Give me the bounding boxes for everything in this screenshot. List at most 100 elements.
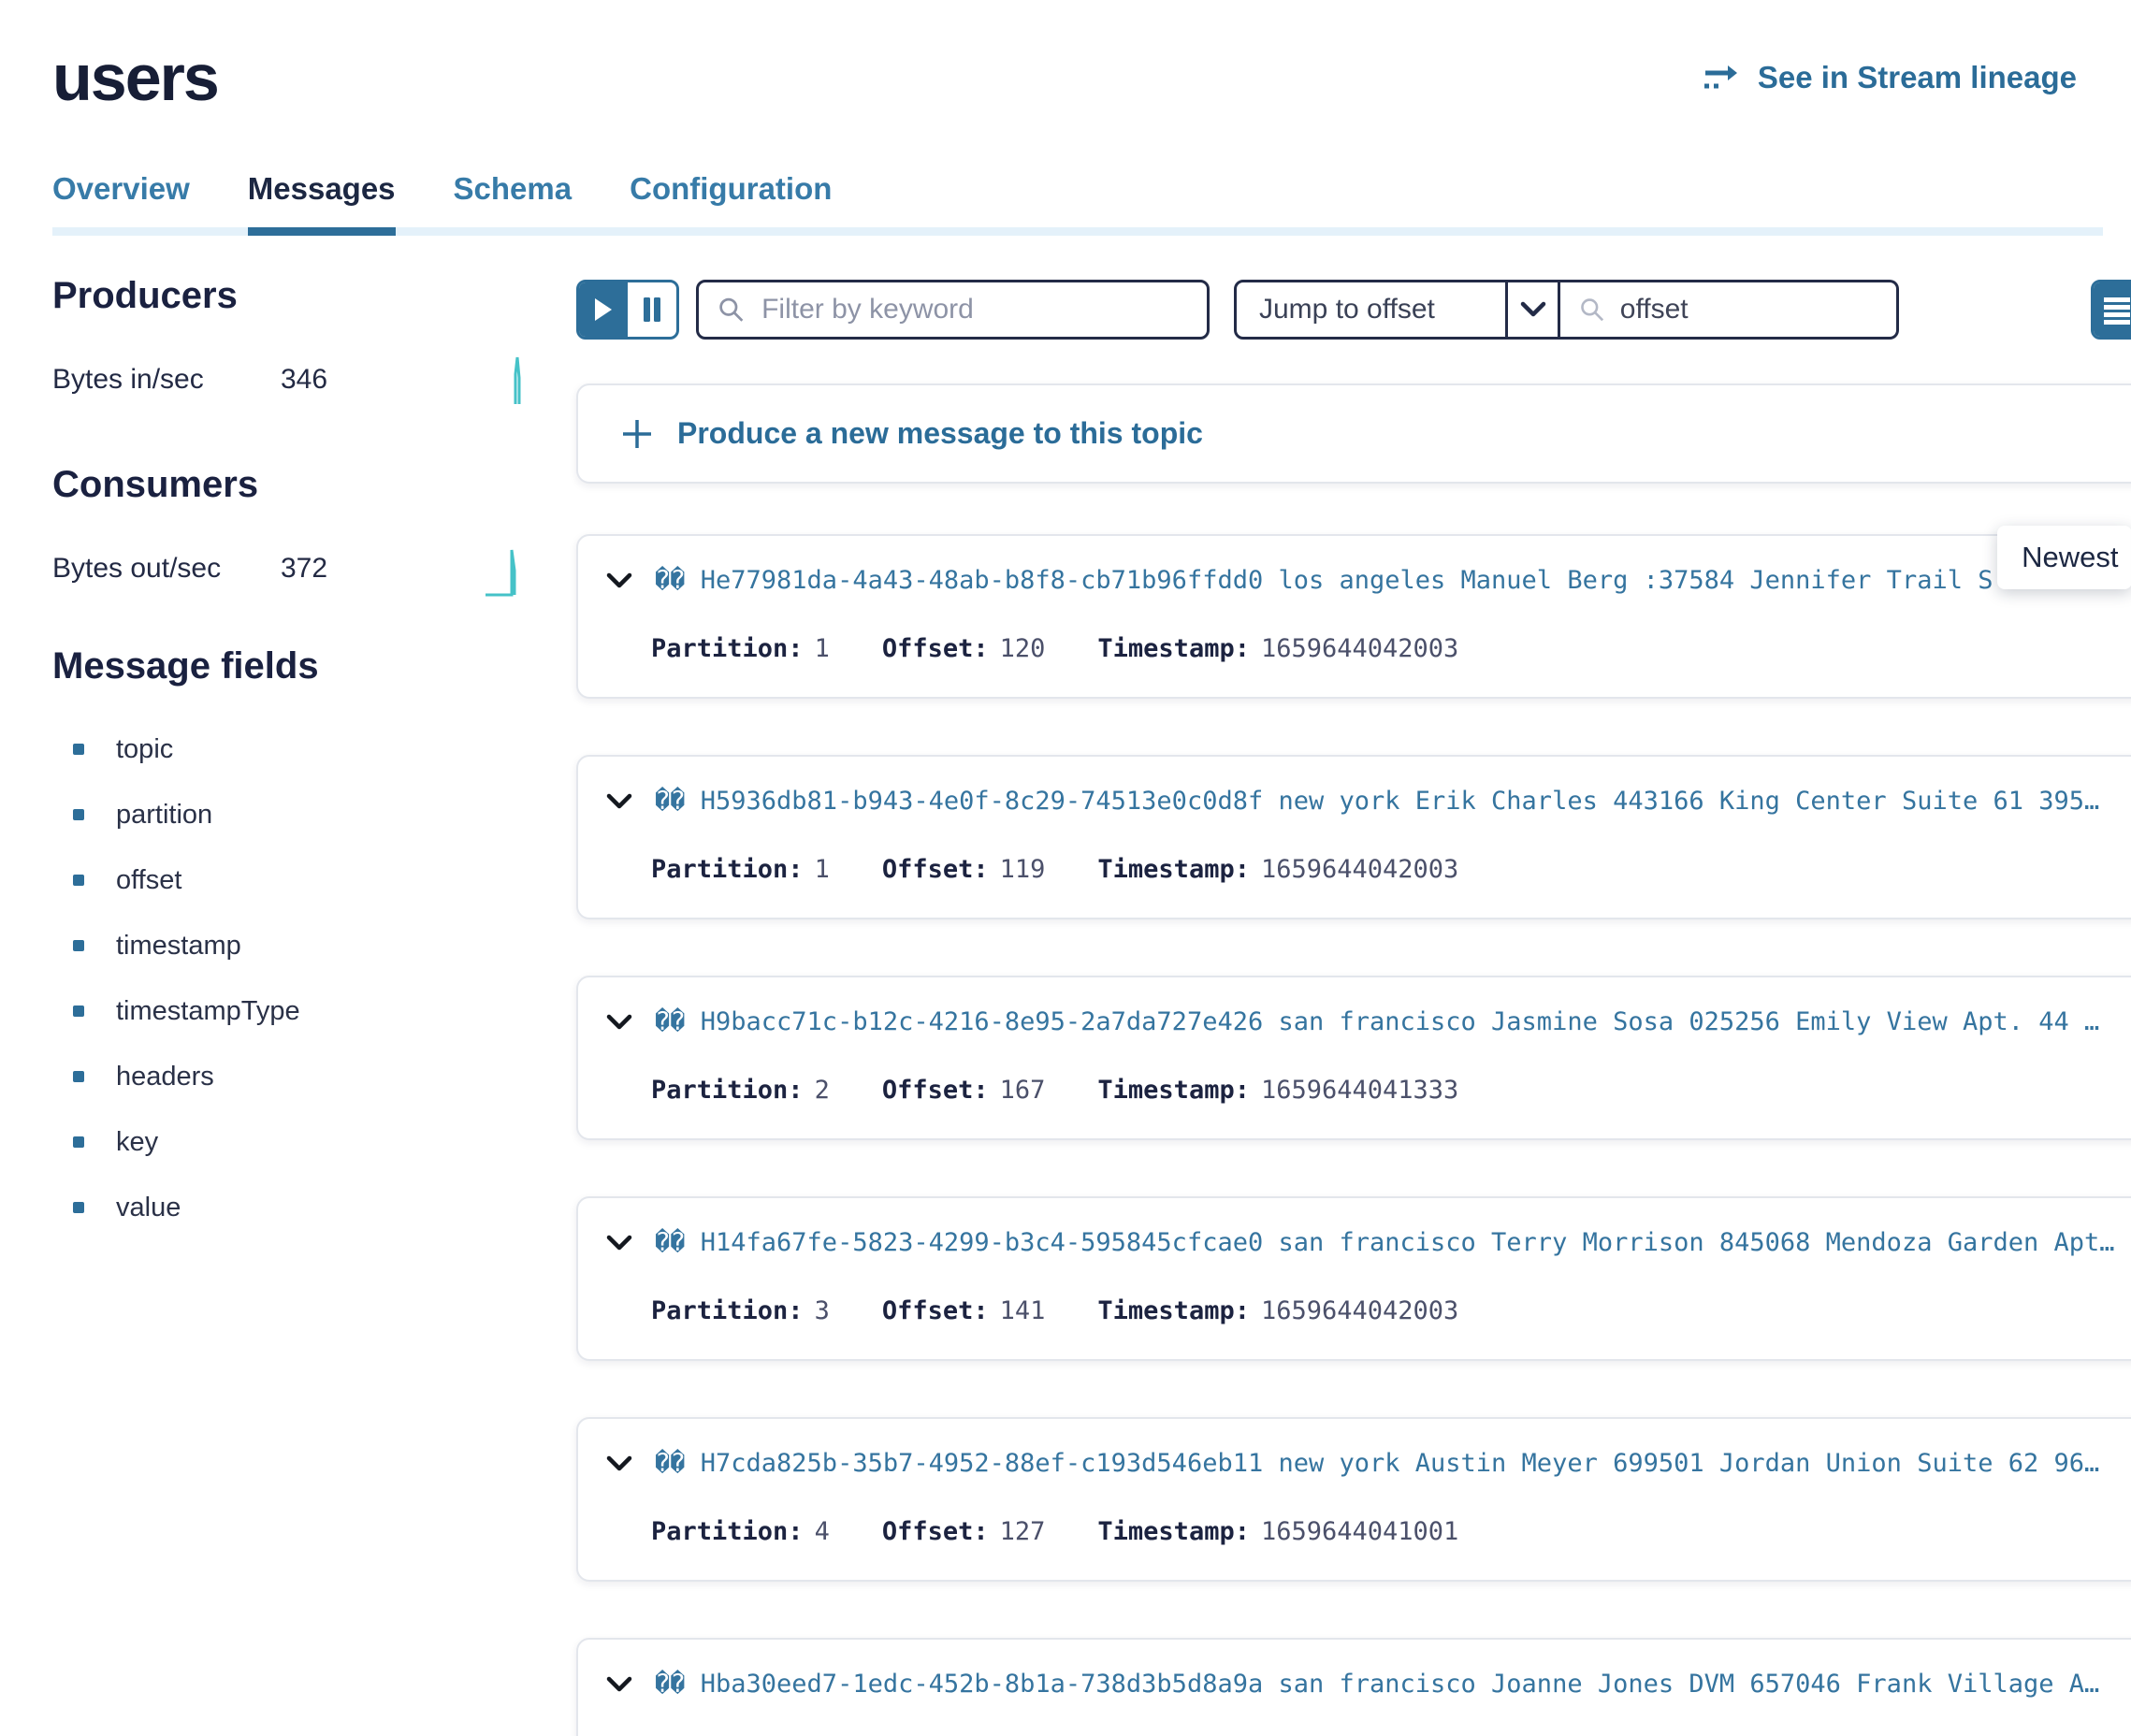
offset-label: Offset:: [882, 855, 989, 884]
message-field-label: timestampType: [116, 996, 300, 1027]
message-expand-row[interactable]: �� H7cda825b-35b7-4952-88ef-c193d546eb11…: [606, 1449, 2115, 1478]
bytes-in-sparkline: [484, 350, 525, 410]
produce-message-label: Produce a new message to this topic: [677, 416, 1203, 451]
list-view-button[interactable]: [2094, 282, 2131, 337]
offset-value: 127: [1000, 1517, 1046, 1546]
chevron-down-icon: [606, 1014, 632, 1031]
partition-label: Partition:: [651, 855, 804, 884]
partition-label: Partition:: [651, 1296, 804, 1325]
timestamp-value: 1659644042003: [1261, 634, 1458, 663]
partition-value: 2: [815, 1076, 830, 1105]
message-card: �� H5936db81-b943-4e0f-8c29-74513e0c0d8f…: [576, 755, 2131, 919]
produce-message-button[interactable]: Produce a new message to this topic: [576, 383, 2131, 484]
offset-field: Offset: 141: [882, 1296, 1046, 1325]
message-expand-row[interactable]: �� H9bacc71c-b12c-4216-8e95-2a7da727e426…: [606, 1007, 2115, 1036]
message-expand-row[interactable]: �� H5936db81-b943-4e0f-8c29-74513e0c0d8f…: [606, 787, 2115, 816]
square-bullet-icon: [73, 940, 84, 951]
offset-field: Offset:120: [882, 634, 1046, 663]
message-card: �� Hba30eed7-1edc-452b-8b1a-738d3b5d8a9a…: [576, 1638, 2131, 1736]
live-consume-toggle: [576, 280, 679, 340]
page-header: users See in Stream lineage: [0, 0, 2131, 118]
partition-field: Partition: 2: [651, 1076, 830, 1105]
sidebar: Producers Bytes in/sec 346 Consumers Byt…: [52, 236, 576, 1736]
chevron-down-icon: [606, 793, 632, 810]
topic-page: users See in Stream lineage Overview Mes…: [0, 0, 2131, 1736]
square-bullet-icon: [73, 1202, 84, 1213]
offset-value: 141: [1000, 1296, 1046, 1325]
message-field-label: offset: [116, 865, 181, 896]
pause-button[interactable]: [628, 282, 676, 337]
tab-overview[interactable]: Overview: [52, 170, 190, 236]
bytes-out-value: 372: [281, 553, 327, 585]
offset-label: Offset:: [882, 1296, 989, 1325]
message-key-preview: �� Hba30eed7-1edc-452b-8b1a-738d3b5d8a9a…: [655, 1670, 2115, 1699]
message-fields-list: topic partition offset timestamp: [52, 716, 525, 1240]
tab-messages[interactable]: Messages: [248, 170, 396, 236]
page-title: users: [52, 37, 218, 118]
partition-label: Partition:: [651, 1076, 804, 1105]
message-card: �� He77981da-4a43-48ab-b8f8-cb71b96ffdd0…: [576, 534, 2131, 699]
tab-schema[interactable]: Schema: [454, 170, 573, 236]
square-bullet-icon: [73, 744, 84, 755]
keyword-filter-input[interactable]: [760, 293, 1188, 326]
square-bullet-icon: [73, 1136, 84, 1148]
timestamp-value: 1659644042003: [1261, 1296, 1458, 1325]
message-expand-row[interactable]: �� Hba30eed7-1edc-452b-8b1a-738d3b5d8a9a…: [606, 1670, 2115, 1699]
partition-value: 1: [815, 634, 830, 663]
offset-field: Offset:119: [882, 855, 1046, 884]
chevron-down-icon: [606, 1676, 632, 1693]
timestamp-field: Timestamp:1659644042003: [1097, 855, 1458, 884]
chevron-down-icon: [1505, 282, 1558, 337]
bytes-out-sparkline: [484, 539, 525, 599]
bytes-out-label: Bytes out/sec: [52, 553, 281, 585]
timestamp-label: Timestamp:: [1097, 1076, 1250, 1105]
partition-value: 3: [815, 1296, 830, 1325]
stream-lineage-link[interactable]: See in Stream lineage: [1703, 60, 2077, 95]
message-field-label: partition: [116, 800, 212, 831]
play-button[interactable]: [579, 282, 628, 337]
view-mode-toggle: [2091, 280, 2131, 340]
partition-label: Partition:: [651, 634, 804, 663]
message-card: �� H7cda825b-35b7-4952-88ef-c193d546eb11…: [576, 1417, 2131, 1582]
chevron-down-icon: [606, 572, 632, 589]
timestamp-value: 1659644041001: [1261, 1517, 1458, 1546]
keyword-filter: [696, 280, 1210, 340]
message-key-preview: �� H5936db81-b943-4e0f-8c29-74513e0c0d8f…: [655, 787, 2115, 816]
bytes-in-value: 346: [281, 364, 327, 396]
offset-search-input[interactable]: [1618, 293, 1877, 326]
offset-field: Offset:167: [882, 1076, 1046, 1105]
message-key-preview: �� He77981da-4a43-48ab-b8f8-cb71b96ffdd0…: [655, 566, 2115, 595]
message-expand-row[interactable]: �� He77981da-4a43-48ab-b8f8-cb71b96ffdd0…: [606, 566, 2115, 595]
message-meta: Partition:4 Offset:127 Timestamp:1659644…: [651, 1517, 2115, 1546]
offset-label: Offset:: [882, 634, 989, 663]
message-field-item: headers: [52, 1044, 525, 1109]
search-icon: [1579, 295, 1605, 325]
message-field-item: value: [52, 1175, 525, 1240]
jump-to-offset-value: Jump to offset: [1237, 282, 1505, 337]
message-card: �� H14fa67fe-5823-4299-b3c4-595845cfcae0…: [576, 1196, 2131, 1361]
offset-field: Offset:127: [882, 1517, 1046, 1546]
consumers-heading: Consumers: [52, 462, 525, 507]
timestamp-field: Timestamp:1659644041333: [1097, 1076, 1458, 1105]
timestamp-value: 1659644042003: [1261, 855, 1458, 884]
search-icon: [718, 295, 745, 325]
timestamp-label: Timestamp:: [1097, 1296, 1250, 1325]
message-field-label: headers: [116, 1062, 214, 1092]
message-meta: Partition: 1 Offset:120 Timestamp:1659644…: [651, 634, 2115, 663]
pause-icon: [641, 297, 663, 322]
tab-configuration[interactable]: Configuration: [630, 170, 832, 236]
bytes-in-metric: Bytes in/sec 346: [52, 350, 525, 410]
list-view-icon: [2100, 293, 2131, 326]
message-fields-heading: Message fields: [52, 644, 525, 688]
partition-field: Partition:4: [651, 1517, 830, 1546]
message-key-preview: �� H9bacc71c-b12c-4216-8e95-2a7da727e426…: [655, 1007, 2115, 1036]
jump-to-offset-select[interactable]: Jump to offset: [1234, 280, 1560, 340]
tab-bar: Overview Messages Schema Configuration: [0, 170, 2131, 236]
message-expand-row[interactable]: �� H14fa67fe-5823-4299-b3c4-595845cfcae0…: [606, 1228, 2115, 1257]
message-field-item: key: [52, 1109, 525, 1175]
message-field-label: topic: [116, 734, 173, 765]
stream-lineage-label: See in Stream lineage: [1758, 60, 2077, 95]
message-card: �� H9bacc71c-b12c-4216-8e95-2a7da727e426…: [576, 976, 2131, 1140]
timestamp-field: Timestamp:1659644042003: [1097, 634, 1458, 663]
message-field-item: partition: [52, 782, 525, 847]
